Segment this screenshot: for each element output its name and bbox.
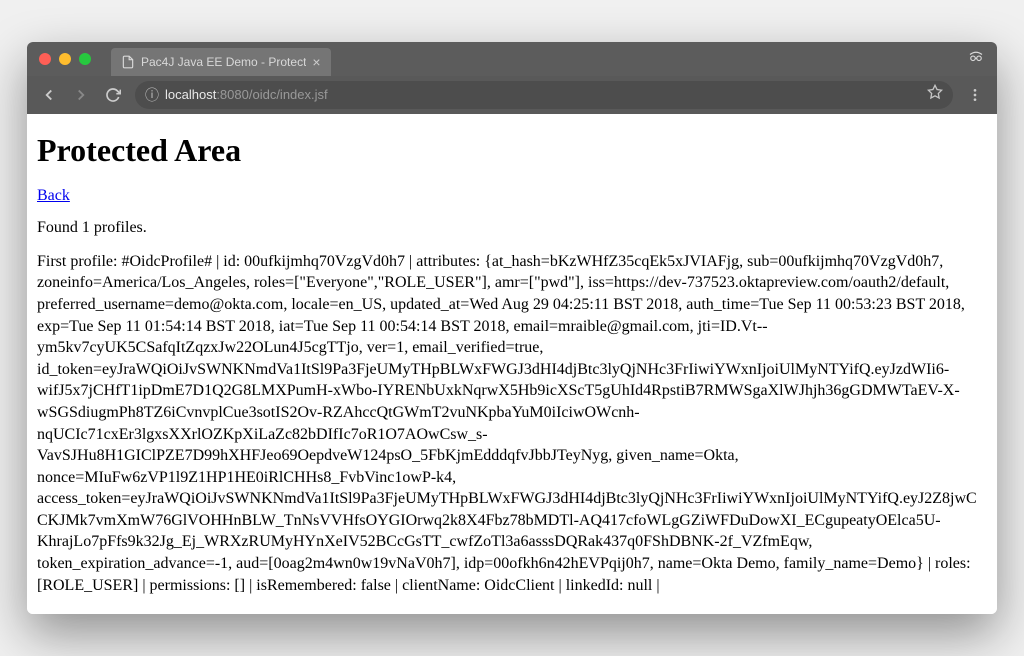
site-info-icon[interactable]: ⓘ bbox=[145, 85, 159, 105]
browser-toolbar: ⓘ localhost:8080/oidc/index.jsf bbox=[27, 76, 997, 114]
titlebar: Pac4J Java EE Demo - Protect × bbox=[27, 42, 997, 76]
browser-tab[interactable]: Pac4J Java EE Demo - Protect × bbox=[111, 48, 331, 76]
page-heading: Protected Area bbox=[37, 132, 987, 169]
page-favicon-icon bbox=[121, 55, 135, 69]
url-port: :8080 bbox=[216, 87, 249, 102]
page-content: Protected Area Back Found 1 profiles. Fi… bbox=[27, 114, 997, 615]
back-button[interactable] bbox=[35, 81, 63, 109]
tab-title: Pac4J Java EE Demo - Protect bbox=[141, 55, 306, 69]
browser-menu-button[interactable] bbox=[961, 81, 989, 109]
profile-dump: First profile: #OidcProfile# | id: 00ufk… bbox=[37, 251, 987, 597]
forward-button[interactable] bbox=[67, 81, 95, 109]
incognito-icon bbox=[967, 47, 985, 70]
tab-close-button[interactable]: × bbox=[312, 55, 320, 69]
window-controls bbox=[27, 53, 91, 65]
minimize-window-button[interactable] bbox=[59, 53, 71, 65]
address-bar[interactable]: ⓘ localhost:8080/oidc/index.jsf bbox=[135, 81, 953, 109]
back-link[interactable]: Back bbox=[37, 187, 70, 205]
close-window-button[interactable] bbox=[39, 53, 51, 65]
url-text: localhost:8080/oidc/index.jsf bbox=[165, 87, 921, 102]
maximize-window-button[interactable] bbox=[79, 53, 91, 65]
url-path: /oidc/index.jsf bbox=[249, 87, 328, 102]
browser-window: Pac4J Java EE Demo - Protect × bbox=[27, 42, 997, 615]
bookmark-star-icon[interactable] bbox=[927, 84, 943, 105]
reload-button[interactable] bbox=[99, 81, 127, 109]
profiles-count: Found 1 profiles. bbox=[37, 219, 987, 237]
url-host: localhost bbox=[165, 87, 216, 102]
